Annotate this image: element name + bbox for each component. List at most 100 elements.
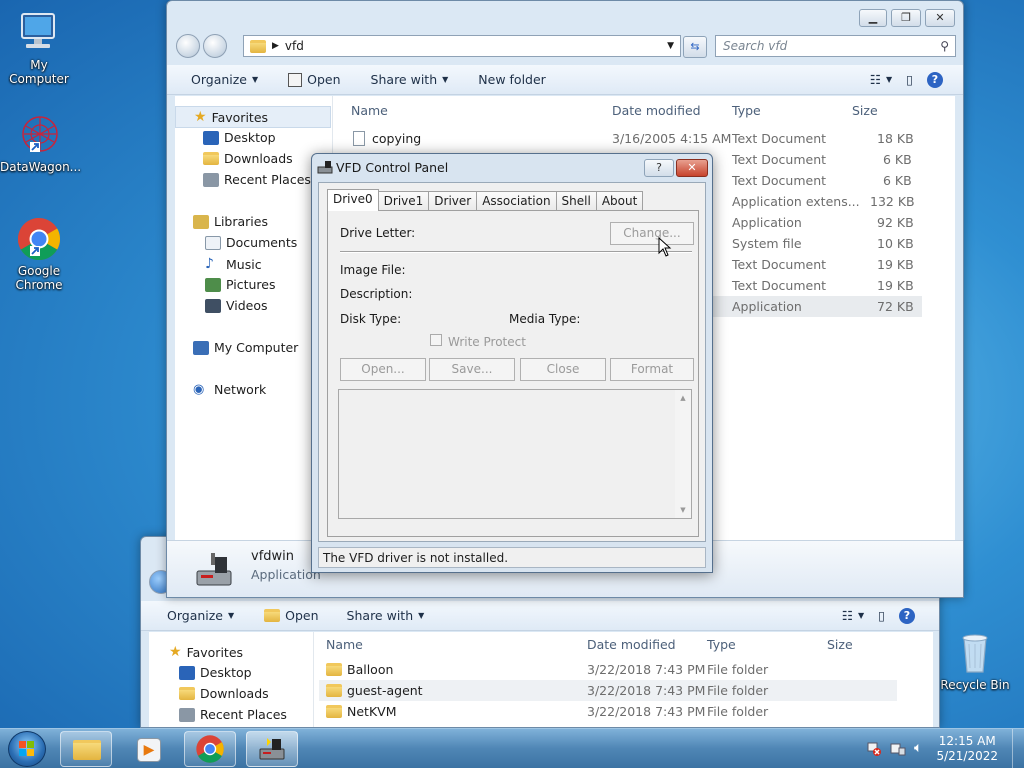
nav-favorites[interactable]: ★ Favorites xyxy=(169,644,243,660)
nav-desktop[interactable]: Desktop xyxy=(203,130,276,145)
clock[interactable]: 12:15 AM 5/21/2022 xyxy=(936,734,998,764)
textarea-scrollbar[interactable]: ▲ ▼ xyxy=(675,390,691,518)
save-image-button[interactable]: Save... xyxy=(429,358,515,381)
nav-music[interactable]: ♪ Music xyxy=(205,256,262,272)
file-row[interactable]: NetKVM 3/22/2018 7:43 PM File folder xyxy=(319,701,897,722)
star-icon: ★ xyxy=(169,644,182,660)
info-textarea[interactable]: ▲ ▼ xyxy=(338,389,692,519)
tab-association[interactable]: Association xyxy=(476,191,557,211)
vfd-icon xyxy=(259,738,285,760)
taskbar-explorer-button[interactable] xyxy=(60,731,112,767)
search-icon: ⚲ xyxy=(940,39,949,53)
share-with-button[interactable]: Share with ▼ xyxy=(371,72,449,87)
share-with-button[interactable]: Share with ▼ xyxy=(347,608,425,623)
tray-action-center-icon[interactable] xyxy=(890,741,906,757)
windows-logo-icon xyxy=(19,741,34,756)
nav-documents[interactable]: Documents xyxy=(205,235,297,250)
tray-network-icon[interactable] xyxy=(866,741,882,757)
help-icon[interactable]: ? xyxy=(899,607,915,624)
column-header-name[interactable]: Name xyxy=(326,637,363,652)
desktop-icon-my-computer[interactable]: My Computer xyxy=(0,10,78,86)
vfd-application-icon xyxy=(193,549,235,591)
forward-button[interactable] xyxy=(203,34,227,58)
dialog-help-button[interactable]: ? xyxy=(644,159,674,177)
show-desktop-button[interactable] xyxy=(1012,729,1024,768)
recent-places-icon xyxy=(179,707,195,722)
tab-drive1[interactable]: Drive1 xyxy=(377,191,430,211)
back-button[interactable] xyxy=(176,34,200,58)
address-bar[interactable]: ▶ vfd ▼ xyxy=(243,35,681,57)
desktop-icon-label: Recycle Bin xyxy=(940,678,1010,692)
tab-about[interactable]: About xyxy=(595,191,644,211)
nav-downloads[interactable]: Downloads xyxy=(203,151,293,166)
nav-recent-places[interactable]: Recent Places xyxy=(179,707,287,722)
clock-time: 12:15 AM xyxy=(938,734,996,748)
tray-volume-icon[interactable]: 🔈︎ xyxy=(914,740,932,758)
tab-driver[interactable]: Driver xyxy=(428,191,478,211)
text-document-icon xyxy=(353,131,365,146)
tab-shell[interactable]: Shell xyxy=(555,191,597,211)
nav-pictures[interactable]: Pictures xyxy=(205,277,276,292)
organize-button[interactable]: Organize ▼ xyxy=(191,72,258,87)
desktop-icon-recycle-bin[interactable]: Recycle Bin xyxy=(936,630,1014,692)
new-folder-button[interactable]: New folder xyxy=(478,72,546,87)
nav-downloads[interactable]: Downloads xyxy=(179,686,269,701)
vfd-app-icon xyxy=(317,159,333,175)
column-header-size[interactable]: Size xyxy=(827,637,853,652)
nav-videos[interactable]: Videos xyxy=(205,298,268,313)
navigation-pane: ★ Favorites Desktop Downloads Recent Plac… xyxy=(149,632,314,727)
caret-down-icon: ▼ xyxy=(252,75,259,84)
organize-button[interactable]: Organize ▼ xyxy=(167,608,234,623)
preview-pane-button[interactable]: ▯ xyxy=(906,72,913,87)
taskbar-media-player-button[interactable]: ▶ xyxy=(122,731,174,767)
details-name: vfdwin xyxy=(251,549,295,564)
column-header-type[interactable]: Type xyxy=(732,103,761,118)
minimize-button[interactable]: ▁ xyxy=(859,9,887,27)
close-button[interactable]: ✕ xyxy=(925,9,955,27)
clock-date: 5/21/2022 xyxy=(936,749,998,763)
maximize-button[interactable]: ❐ xyxy=(891,9,921,27)
dialog-close-button[interactable]: ✕ xyxy=(676,159,708,177)
change-button[interactable]: Change... xyxy=(610,222,694,245)
file-row[interactable]: guest-agent 3/22/2018 7:43 PM File folde… xyxy=(319,680,897,701)
open-image-button[interactable]: Open... xyxy=(340,358,426,381)
desktop-icon-datawagon[interactable]: DataWagon... xyxy=(0,112,81,174)
column-header-size[interactable]: Size xyxy=(852,103,878,118)
nav-network[interactable]: ◉ Network xyxy=(193,382,266,397)
scroll-down-icon[interactable]: ▼ xyxy=(675,506,691,514)
address-dropdown-icon[interactable]: ▼ xyxy=(667,41,674,51)
format-button[interactable]: Format xyxy=(610,358,694,381)
column-header-name[interactable]: Name xyxy=(351,103,388,118)
taskbar-vfd-button[interactable] xyxy=(246,731,298,767)
file-row[interactable]: copying 3/16/2005 4:15 AM Text Document … xyxy=(345,128,922,149)
write-protect-checkbox[interactable] xyxy=(430,334,442,346)
refresh-button[interactable]: ⇆ xyxy=(683,36,707,58)
taskbar-chrome-button[interactable] xyxy=(184,731,236,767)
desktop-icon-chrome[interactable]: Google Chrome xyxy=(0,216,78,292)
view-options-button[interactable]: ☷ ▼ xyxy=(870,72,892,87)
preview-pane-button[interactable]: ▯ xyxy=(878,608,885,623)
separator xyxy=(340,251,692,253)
nav-recent-places[interactable]: Recent Places xyxy=(203,172,311,187)
open-button[interactable]: Open xyxy=(288,72,341,87)
nav-my-computer[interactable]: My Computer xyxy=(193,340,298,355)
file-row[interactable]: Balloon 3/22/2018 7:43 PM File folder xyxy=(319,659,897,680)
close-image-button[interactable]: Close xyxy=(520,358,606,381)
recent-places-icon xyxy=(203,172,219,187)
tab-drive0[interactable]: Drive0 xyxy=(327,189,379,211)
vfd-control-panel-dialog: VFD Control Panel ? ✕ Drive0 Drive1 Driv… xyxy=(311,153,713,573)
nav-favorites[interactable]: ★ Favorites xyxy=(175,106,331,128)
view-options-button[interactable]: ☷ ▼ xyxy=(842,608,864,623)
column-header-date[interactable]: Date modified xyxy=(587,637,676,652)
nav-desktop[interactable]: Desktop xyxy=(179,665,252,680)
column-header-date[interactable]: Date modified xyxy=(612,103,701,118)
start-button[interactable] xyxy=(8,731,46,767)
column-header-type[interactable]: Type xyxy=(707,637,736,652)
open-button[interactable]: Open xyxy=(264,608,319,623)
help-icon[interactable]: ? xyxy=(927,71,943,88)
folder-icon xyxy=(326,684,342,697)
nav-libraries[interactable]: Libraries xyxy=(193,214,268,229)
search-input[interactable]: Search vfd ⚲ xyxy=(715,35,956,57)
caret-down-icon: ▼ xyxy=(418,611,425,620)
scroll-up-icon[interactable]: ▲ xyxy=(675,394,691,402)
